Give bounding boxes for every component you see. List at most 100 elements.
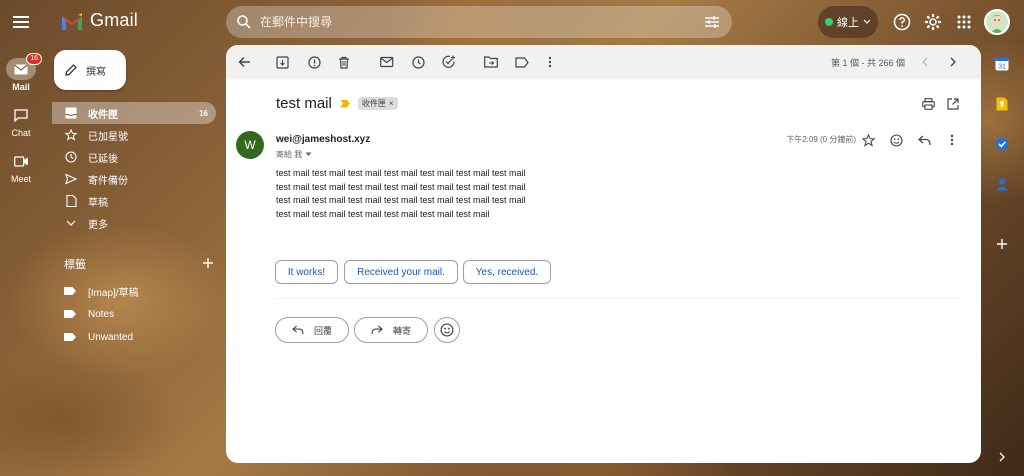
message-subject-row: test mail 收件匣 × — [276, 95, 398, 112]
contacts-app-button[interactable] — [992, 174, 1012, 194]
print-icon — [921, 98, 935, 110]
search-options-icon[interactable] — [704, 14, 720, 30]
delete-button[interactable] — [336, 54, 352, 70]
compose-button[interactable]: 撰寫 — [54, 50, 126, 90]
label-name: [Imap]/草稿 — [88, 287, 139, 299]
labels-header: 標籤 — [64, 256, 214, 272]
mark-unread-button[interactable] — [379, 54, 395, 70]
report-icon — [307, 55, 321, 69]
mail-unread-badge: 16 — [26, 53, 42, 65]
open-in-new-icon — [947, 98, 959, 110]
rail-mail[interactable]: 16 Mail — [4, 53, 42, 92]
apps-button[interactable] — [952, 10, 976, 34]
reply-label: 回覆 — [313, 325, 332, 336]
search-bar[interactable] — [226, 6, 732, 38]
nav-item-label: 草稿 — [88, 197, 108, 209]
forward-action-button[interactable]: 轉寄 — [354, 317, 428, 343]
chevron-right-icon — [999, 452, 1005, 462]
print-button[interactable] — [920, 96, 936, 112]
message-panel: 第 1 個 - 共 266 個 test mail 收件匣 × W wei@ja… — [226, 45, 981, 463]
labels-button[interactable] — [514, 54, 530, 70]
back-button[interactable] — [236, 54, 252, 70]
report-spam-button[interactable] — [306, 54, 322, 70]
forward-icon — [371, 325, 383, 335]
label-icon — [515, 56, 529, 68]
labels-heading: 標籤 — [64, 259, 86, 271]
plus-icon — [203, 258, 213, 268]
label-item-notes[interactable]: Notes — [52, 303, 212, 325]
nav-item-sent[interactable]: 寄件備份 — [52, 168, 216, 190]
folder-nav: 收件匣 16 已加星號 已延後 寄件備份 草稿 更多 — [52, 102, 216, 234]
snooze-button[interactable] — [410, 54, 426, 70]
add-task-button[interactable] — [441, 54, 457, 70]
move-to-button[interactable] — [483, 54, 499, 70]
calendar-app-button[interactable]: 31 — [992, 54, 1012, 74]
nav-item-label: 已加星號 — [88, 131, 128, 143]
account-avatar[interactable] — [984, 9, 1010, 35]
body-line: test mail test mail test mail test mail … — [276, 208, 490, 219]
newer-button[interactable] — [917, 54, 933, 70]
more-vert-icon — [950, 134, 954, 146]
recipient-line[interactable]: 寄給 我 — [276, 149, 312, 160]
nav-item-more[interactable]: 更多 — [52, 212, 216, 234]
smart-reply-yes-received[interactable]: Yes, received. — [463, 260, 551, 284]
nav-item-label: 更多 — [88, 219, 108, 231]
importance-marker-icon[interactable] — [339, 99, 350, 108]
add-label-button[interactable] — [202, 257, 214, 271]
more-vert-icon — [548, 56, 552, 68]
more-options-button[interactable] — [542, 54, 558, 70]
older-button[interactable] — [945, 54, 961, 70]
search-icon[interactable] — [236, 14, 252, 30]
pager-text: 第 1 個 - 共 266 個 — [830, 58, 905, 68]
message-timestamp: 下午2:09 (0 分鐘前) — [786, 135, 856, 144]
inbox-count: 16 — [199, 108, 208, 118]
tasks-app-button[interactable] — [992, 134, 1012, 154]
gmail-m-icon — [62, 12, 82, 30]
add-reaction-button[interactable] — [887, 131, 905, 149]
nav-item-label: 寄件備份 — [88, 175, 128, 187]
search-input[interactable] — [260, 15, 680, 29]
archive-button[interactable] — [274, 54, 290, 70]
message-subject: test mail — [276, 95, 332, 112]
body-line: test mail test mail test mail test mail … — [276, 195, 526, 205]
smart-reply-it-works[interactable]: It works! — [275, 260, 338, 284]
message-more-button[interactable] — [943, 131, 961, 149]
move-to-folder-icon — [484, 56, 498, 68]
recipient-text: 寄給 我 — [276, 150, 303, 159]
clock-icon — [65, 151, 77, 163]
remove-label-icon[interactable]: × — [389, 99, 394, 108]
show-side-panel-button[interactable] — [992, 447, 1012, 467]
inbox-label-chip[interactable]: 收件匣 × — [357, 97, 398, 110]
nav-item-snoozed[interactable]: 已延後 — [52, 146, 216, 168]
emoji-reaction-button[interactable] — [434, 317, 460, 343]
nav-item-drafts[interactable]: 草稿 — [52, 190, 216, 212]
get-addons-button[interactable] — [992, 234, 1012, 254]
gmail-logo[interactable]: Gmail — [60, 10, 138, 31]
nav-item-inbox[interactable]: 收件匣 16 — [52, 102, 216, 124]
label-item-imap-drafts[interactable]: [Imap]/草稿 — [52, 280, 212, 302]
rail-meet[interactable]: Meet — [4, 150, 38, 184]
label-item-unwanted[interactable]: Unwanted — [52, 326, 212, 348]
main-menu-button[interactable] — [8, 10, 34, 34]
reply-action-button[interactable]: 回覆 — [275, 317, 349, 343]
label-tag-icon — [64, 333, 76, 341]
rail-chat[interactable]: Chat — [4, 104, 38, 138]
reply-button[interactable] — [915, 131, 933, 149]
keep-app-button[interactable] — [992, 94, 1012, 114]
apps-grid-icon — [957, 15, 971, 29]
nav-item-label: 已延後 — [88, 153, 118, 165]
nav-item-starred[interactable]: 已加星號 — [52, 124, 216, 146]
label-tag-icon — [64, 287, 76, 295]
sender-avatar[interactable]: W — [236, 131, 264, 159]
keep-icon — [996, 97, 1008, 111]
sender-address[interactable]: wei@jameshost.xyz — [276, 134, 370, 145]
star-message-button[interactable] — [859, 131, 877, 149]
avatar-image — [990, 15, 1004, 33]
status-button[interactable]: 線上 — [818, 6, 878, 38]
archive-icon — [275, 55, 289, 69]
trash-icon — [339, 56, 349, 69]
help-button[interactable] — [890, 10, 914, 34]
smart-reply-received[interactable]: Received your mail. — [344, 260, 458, 284]
open-new-window-button[interactable] — [945, 96, 961, 112]
settings-button[interactable] — [921, 10, 945, 34]
